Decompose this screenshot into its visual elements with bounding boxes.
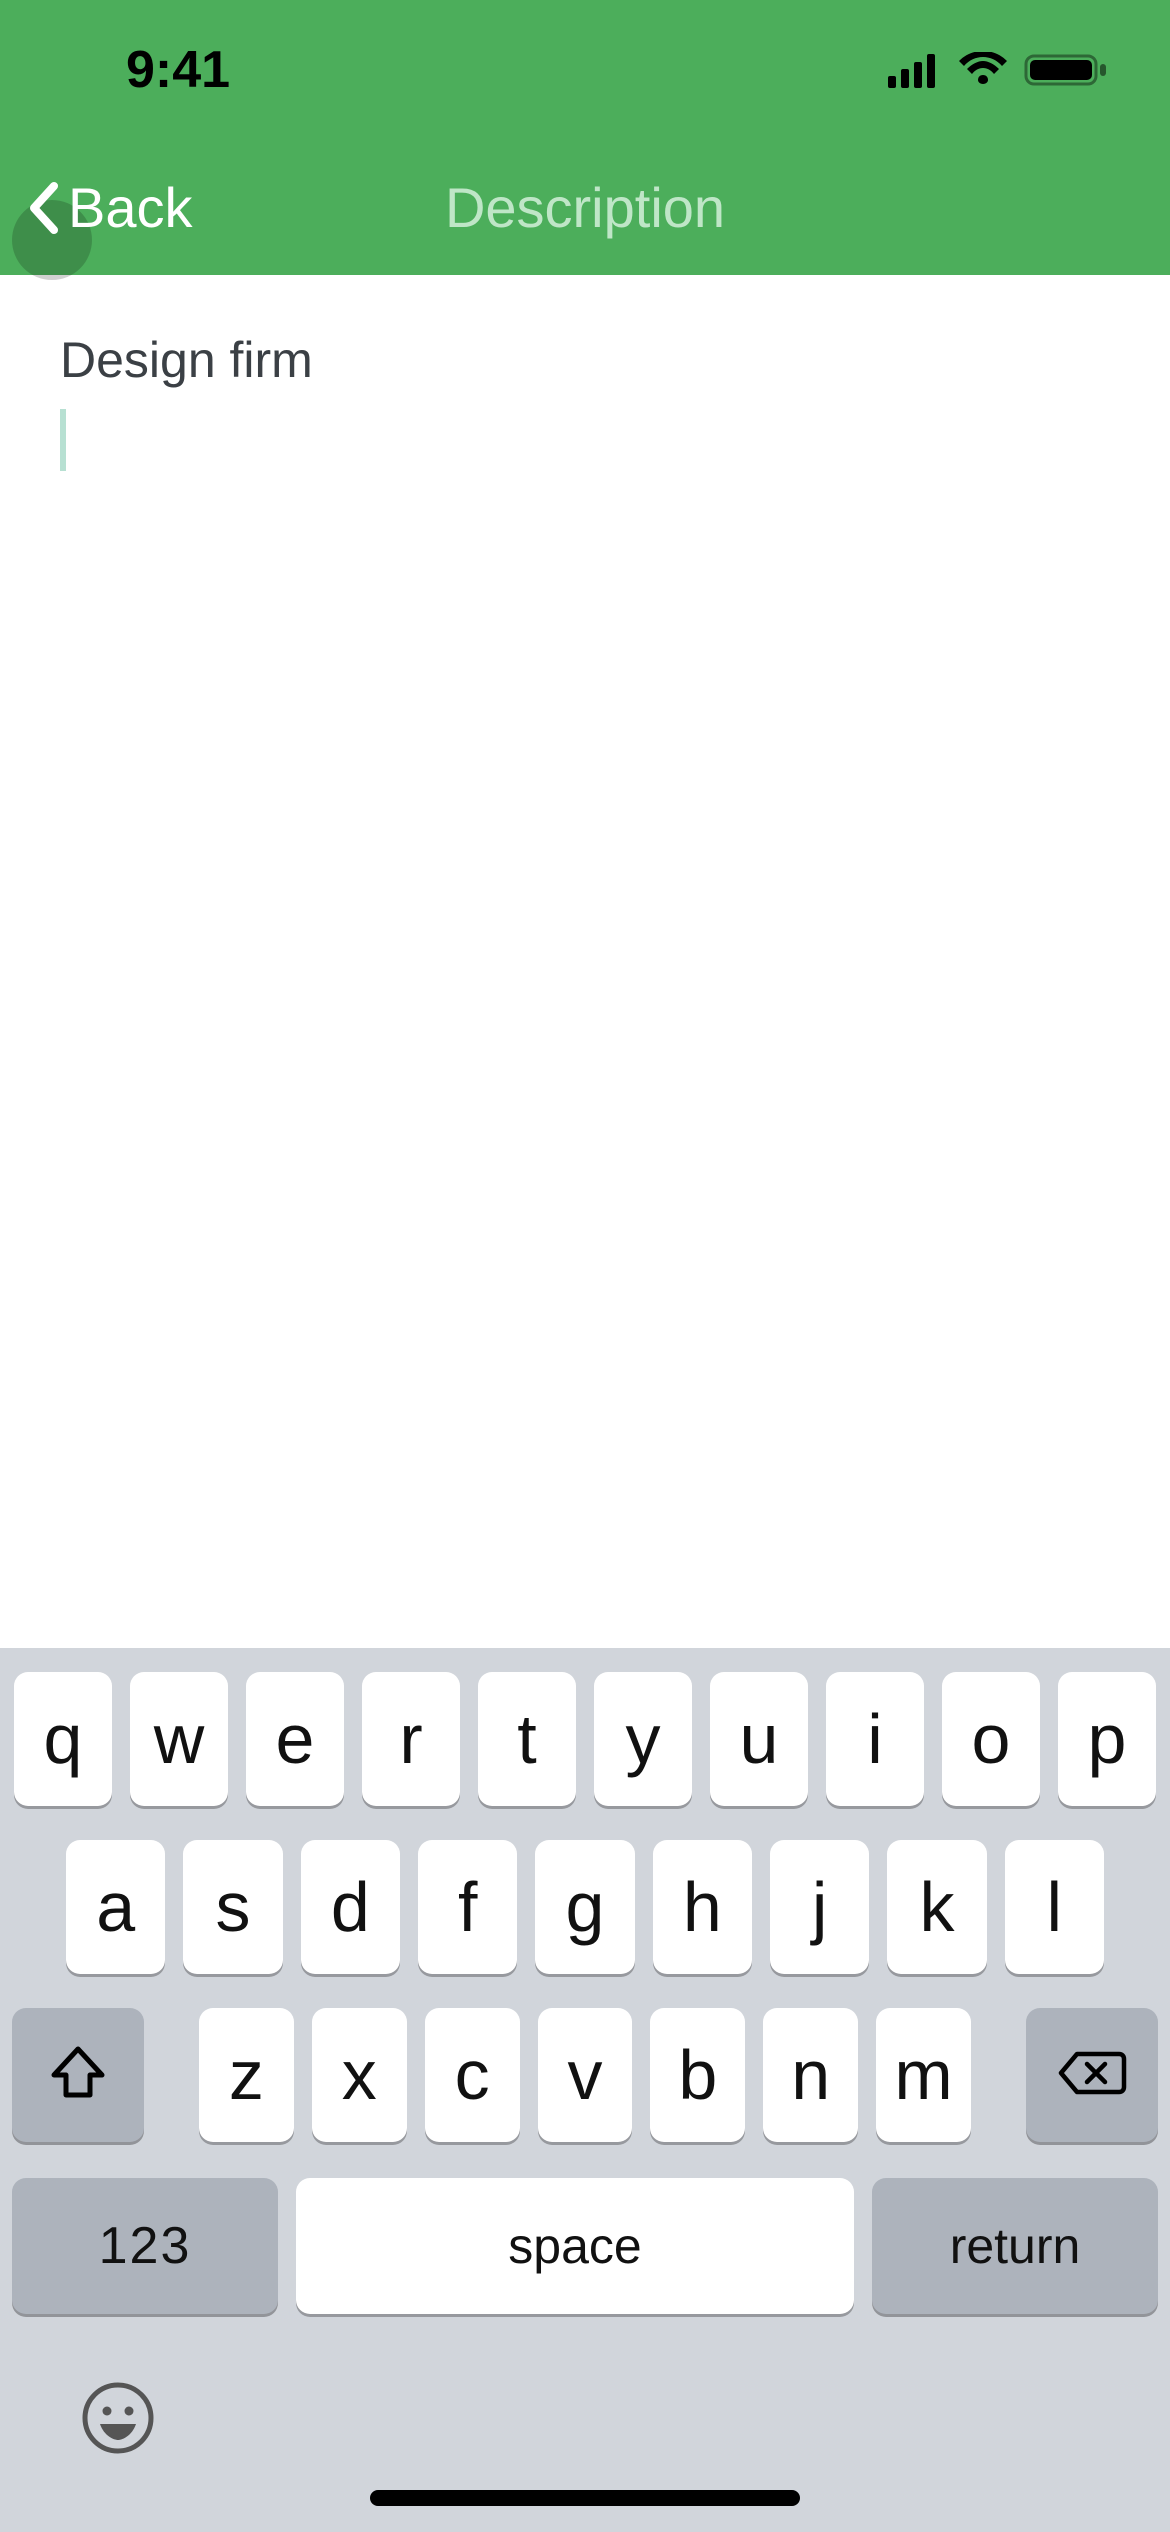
key-s[interactable]: s bbox=[183, 1840, 282, 1974]
back-button[interactable]: Back bbox=[0, 175, 193, 240]
key-d[interactable]: d bbox=[301, 1840, 400, 1974]
backspace-icon bbox=[1057, 2048, 1127, 2103]
key-w[interactable]: w bbox=[130, 1672, 228, 1806]
key-u[interactable]: u bbox=[710, 1672, 808, 1806]
emoji-key[interactable] bbox=[80, 2380, 156, 2456]
keyboard-bottom bbox=[0, 2348, 1170, 2532]
battery-icon bbox=[1024, 50, 1110, 90]
keyboard-row-4: 123 space return bbox=[0, 2178, 1170, 2314]
key-a[interactable]: a bbox=[66, 1840, 165, 1974]
status-time: 9:41 bbox=[126, 40, 230, 100]
keyboard: q w e r t y u i o p a s d f g h j k l bbox=[0, 1648, 1170, 2532]
emoji-icon bbox=[80, 2380, 156, 2456]
key-y[interactable]: y bbox=[594, 1672, 692, 1806]
key-e[interactable]: e bbox=[246, 1672, 344, 1806]
backspace-key[interactable] bbox=[1026, 2008, 1158, 2142]
key-r[interactable]: r bbox=[362, 1672, 460, 1806]
space-key[interactable]: space bbox=[296, 2178, 854, 2314]
key-l[interactable]: l bbox=[1005, 1840, 1104, 1974]
key-t[interactable]: t bbox=[478, 1672, 576, 1806]
shift-key[interactable] bbox=[12, 2008, 144, 2142]
keyboard-row-1: q w e r t y u i o p bbox=[0, 1672, 1170, 1806]
key-c[interactable]: c bbox=[425, 2008, 520, 2142]
numbers-key[interactable]: 123 bbox=[12, 2178, 278, 2314]
key-m[interactable]: m bbox=[876, 2008, 971, 2142]
wifi-icon bbox=[958, 52, 1008, 88]
status-bar: 9:41 bbox=[0, 0, 1170, 140]
key-j[interactable]: j bbox=[770, 1840, 869, 1974]
key-z[interactable]: z bbox=[199, 2008, 294, 2142]
keyboard-row-3: z x c v b n m bbox=[0, 2008, 1170, 2142]
key-k[interactable]: k bbox=[887, 1840, 986, 1974]
key-n[interactable]: n bbox=[763, 2008, 858, 2142]
return-key[interactable]: return bbox=[872, 2178, 1158, 2314]
key-o[interactable]: o bbox=[942, 1672, 1040, 1806]
nav-bar: Back Description bbox=[0, 140, 1170, 275]
key-f[interactable]: f bbox=[418, 1840, 517, 1974]
text-cursor bbox=[60, 409, 66, 471]
key-i[interactable]: i bbox=[826, 1672, 924, 1806]
key-h[interactable]: h bbox=[653, 1840, 752, 1974]
chevron-left-icon bbox=[26, 180, 58, 236]
key-q[interactable]: q bbox=[14, 1672, 112, 1806]
key-p[interactable]: p bbox=[1058, 1672, 1156, 1806]
back-button-label: Back bbox=[68, 175, 193, 240]
status-indicators bbox=[888, 50, 1110, 90]
key-v[interactable]: v bbox=[538, 2008, 633, 2142]
keyboard-row-2: a s d f g h j k l bbox=[0, 1840, 1170, 1974]
key-g[interactable]: g bbox=[535, 1840, 634, 1974]
cellular-icon bbox=[888, 52, 942, 88]
home-indicator[interactable] bbox=[370, 2490, 800, 2506]
description-text: Design firm bbox=[60, 327, 1110, 395]
key-b[interactable]: b bbox=[650, 2008, 745, 2142]
description-editor[interactable]: Design firm bbox=[0, 275, 1170, 1648]
shift-icon bbox=[48, 2045, 108, 2106]
key-x[interactable]: x bbox=[312, 2008, 407, 2142]
